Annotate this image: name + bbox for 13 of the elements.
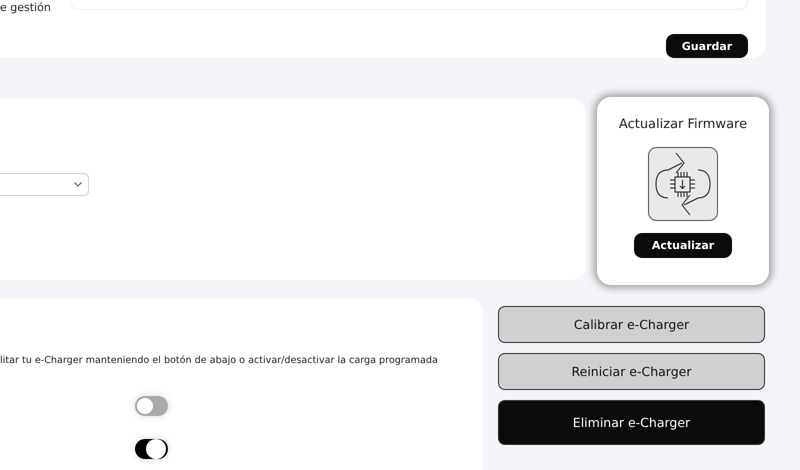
action-button[interactable]: Calibrar e-Charger: [498, 306, 765, 343]
update-button[interactable]: Actualizar: [634, 233, 732, 258]
description-text: litar tu e-Charger manteniendo el botón de abajo o activar/desactivar la carga programada: [0, 355, 439, 366]
save-button[interactable]: Guardar: [666, 34, 748, 58]
chevron-down-icon: [74, 182, 82, 187]
toggle-switch[interactable]: [135, 396, 168, 416]
card-title: Actualizar Firmware: [618, 117, 748, 132]
select-field[interactable]: [0, 173, 89, 196]
delete-button[interactable]: Eliminar e-Charger: [498, 400, 765, 445]
toggle-switch[interactable]: [135, 439, 168, 459]
firmware-chip-icon: [648, 147, 718, 221]
action-button[interactable]: Reiniciar e-Charger: [498, 353, 765, 390]
field-label: e gestión: [0, 0, 52, 14]
